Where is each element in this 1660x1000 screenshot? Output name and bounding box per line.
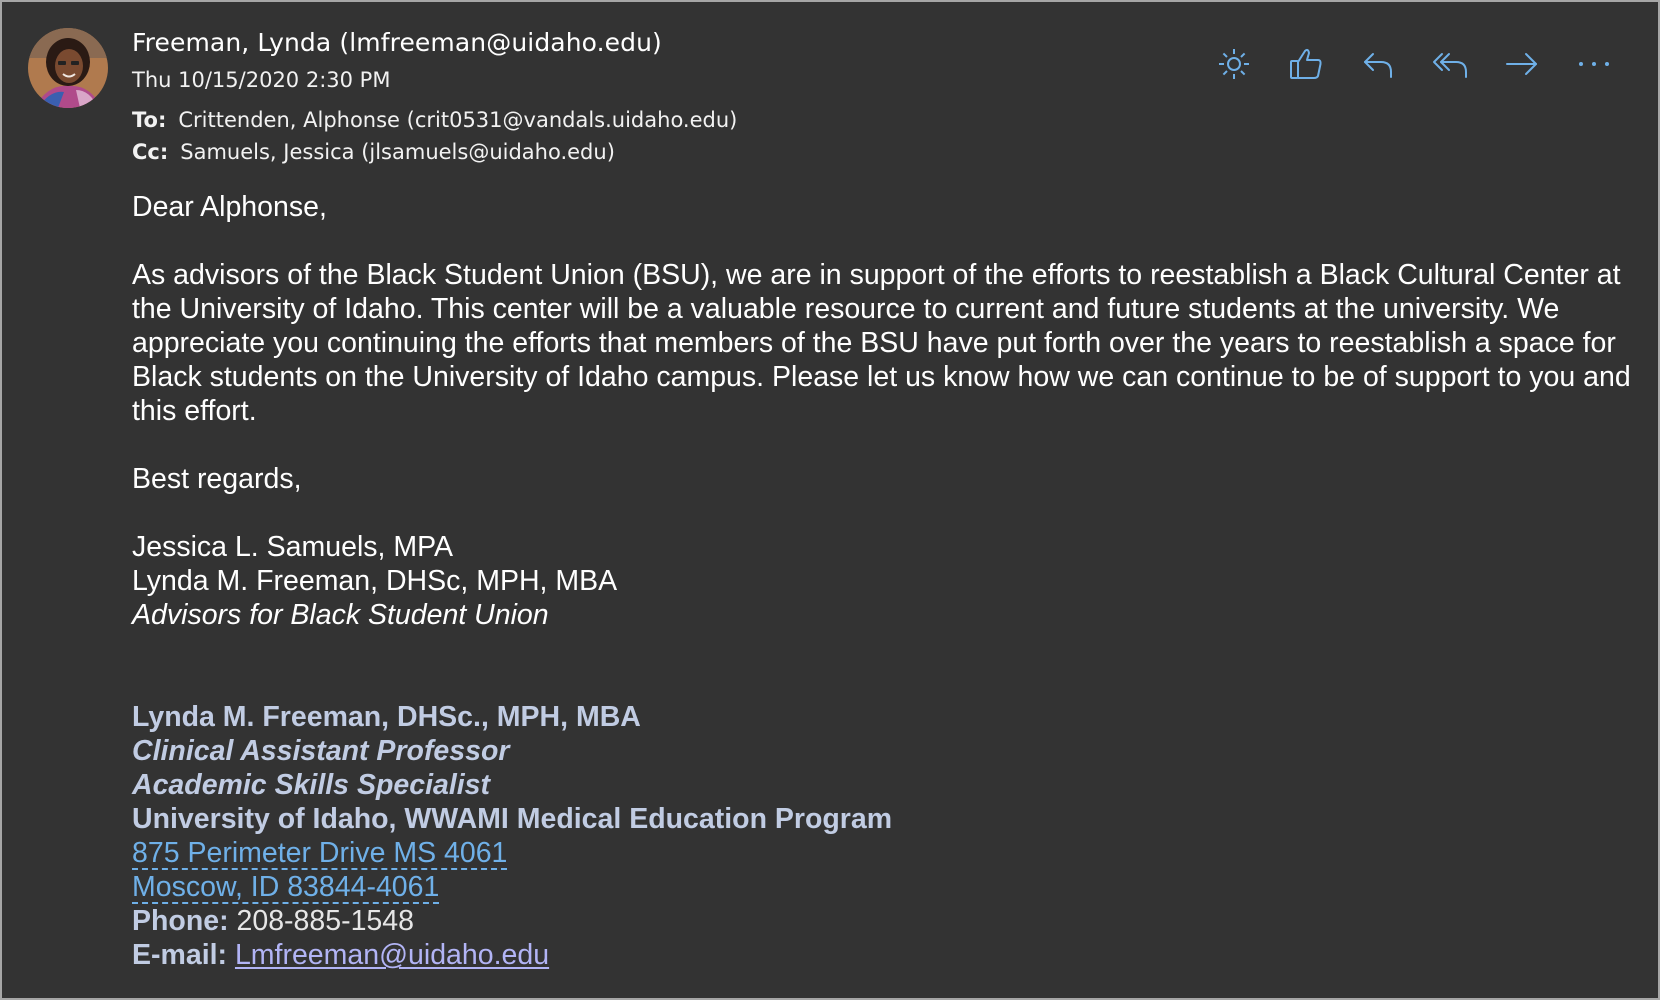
phone-line: Phone: 208-885-1548 bbox=[132, 904, 892, 938]
message-header: Freeman, Lynda (lmfreeman@uidaho.edu) Th… bbox=[132, 26, 737, 164]
signature-name: Lynda M. Freeman, DHSc., MPH, MBA bbox=[132, 701, 641, 733]
greeting: Dear Alphonse, bbox=[132, 191, 327, 223]
more-icon[interactable] bbox=[1558, 42, 1630, 86]
message-toolbar bbox=[1198, 42, 1630, 86]
message-body: Dear Alphonse, As advisors of the Black … bbox=[132, 190, 1632, 632]
email-signature: Lynda M. Freeman, DHSc., MPH, MBA Clinic… bbox=[132, 700, 892, 972]
cc-label: Cc: bbox=[132, 140, 169, 164]
reply-all-icon[interactable] bbox=[1414, 42, 1486, 86]
sender-name[interactable]: Freeman, Lynda (lmfreeman@uidaho.edu) bbox=[132, 26, 662, 60]
email-label: E-mail: bbox=[132, 939, 228, 971]
forward-icon[interactable] bbox=[1486, 42, 1558, 86]
email-link[interactable]: Lmfreeman@uidaho.edu bbox=[235, 939, 549, 971]
to-line: To: Crittenden, Alphonse (crit0531@vandal… bbox=[132, 108, 737, 132]
sent-date: Thu 10/15/2020 2:30 PM bbox=[132, 68, 391, 92]
signer-2: Lynda M. Freeman, DHSc, MPH, MBA bbox=[132, 565, 618, 597]
phone-number: 208-885-1548 bbox=[236, 905, 415, 937]
signature-org: University of Idaho, WWAMI Medical Educa… bbox=[132, 803, 893, 835]
email-reading-pane: Freeman, Lynda (lmfreeman@uidaho.edu) Th… bbox=[0, 0, 1660, 1000]
sun-icon[interactable] bbox=[1198, 42, 1270, 86]
signer-1: Jessica L. Samuels, MPA bbox=[132, 531, 454, 563]
cc-recipient[interactable]: Samuels, Jessica (jlsamuels@uidaho.edu) bbox=[180, 140, 615, 164]
body-paragraph: As advisors of the Black Student Union (… bbox=[132, 259, 1631, 427]
email-line: E-mail: Lmfreeman@uidaho.edu bbox=[132, 938, 892, 972]
signature-title-2: Academic Skills Specialist bbox=[132, 769, 491, 801]
closing: Best regards, bbox=[132, 463, 302, 495]
reply-icon[interactable] bbox=[1342, 42, 1414, 86]
thumbs-up-icon[interactable] bbox=[1270, 42, 1342, 86]
address-line-1-link[interactable]: 875 Perimeter Drive MS 4061 bbox=[132, 838, 508, 870]
signer-role: Advisors for Black Student Union bbox=[132, 599, 549, 631]
address-line-2-link[interactable]: Moscow, ID 83844-4061 bbox=[132, 872, 440, 904]
cc-line: Cc: Samuels, Jessica (jlsamuels@uidaho.ed… bbox=[132, 140, 615, 164]
sender-avatar[interactable] bbox=[28, 28, 108, 108]
to-recipient[interactable]: Crittenden, Alphonse (crit0531@vandals.u… bbox=[178, 108, 737, 132]
signature-title-1: Clinical Assistant Professor bbox=[132, 735, 510, 767]
to-label: To: bbox=[132, 108, 167, 132]
phone-label: Phone: bbox=[132, 905, 229, 937]
